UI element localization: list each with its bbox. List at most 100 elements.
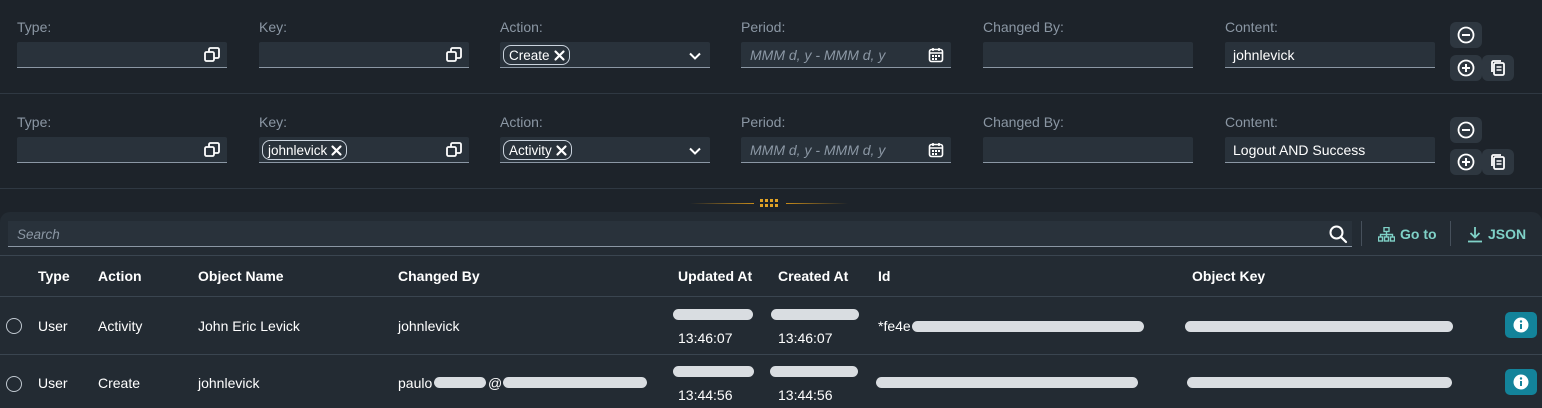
remove-token-icon[interactable] bbox=[555, 144, 568, 157]
column-header-created-at[interactable]: Created At bbox=[778, 268, 848, 284]
changed-by-input[interactable] bbox=[983, 42, 1193, 68]
details-button[interactable] bbox=[1505, 369, 1537, 395]
redacted-object-key bbox=[1187, 377, 1452, 388]
cell-type: User bbox=[38, 318, 68, 334]
search-placeholder: Search bbox=[17, 227, 60, 242]
row-select-radio[interactable] bbox=[6, 318, 22, 334]
table-header: Type Action Object Name Changed By Updat… bbox=[0, 255, 1542, 297]
calendar-icon[interactable] bbox=[927, 141, 945, 159]
redacted-date bbox=[673, 309, 753, 320]
type-input[interactable] bbox=[17, 137, 227, 163]
filter-row-1: Type: Key: Action: Create Period: MMM d,… bbox=[0, 0, 1542, 94]
copy-row-button[interactable] bbox=[1482, 149, 1514, 175]
content-input[interactable]: Logout AND Success bbox=[1225, 137, 1435, 163]
filter-row-2: Type: Key: johnlevick Action: Activity P… bbox=[0, 95, 1542, 189]
copy-icon bbox=[1491, 154, 1505, 170]
value-help-icon[interactable] bbox=[445, 46, 463, 64]
redacted-date bbox=[771, 309, 859, 320]
plus-circle-icon bbox=[1457, 59, 1475, 77]
value-help-icon[interactable] bbox=[203, 46, 221, 64]
action-select[interactable]: Create bbox=[500, 42, 710, 68]
period-label: Period: bbox=[741, 19, 786, 35]
remove-token-icon[interactable] bbox=[553, 49, 566, 62]
action-label: Action: bbox=[500, 114, 543, 130]
redacted-object-key bbox=[1185, 321, 1453, 332]
add-row-button[interactable] bbox=[1450, 149, 1482, 175]
period-input[interactable]: MMM d, y - MMM d, y bbox=[741, 137, 951, 163]
table-row[interactable]: User Create johnlevick paulo @ 13:44:56 … bbox=[0, 355, 1542, 408]
key-input[interactable]: johnlevick bbox=[259, 137, 469, 163]
column-header-object-key[interactable]: Object Key bbox=[1192, 268, 1265, 284]
info-icon bbox=[1513, 374, 1529, 390]
key-input[interactable] bbox=[259, 42, 469, 68]
cell-changed-by-prefix: paulo bbox=[398, 375, 433, 391]
splitter-line-left bbox=[690, 203, 754, 204]
period-input[interactable]: MMM d, y - MMM d, y bbox=[741, 42, 951, 68]
go-to-label: Go to bbox=[1400, 226, 1437, 242]
go-to-button[interactable]: Go to bbox=[1378, 224, 1437, 244]
json-download-button[interactable]: JSON bbox=[1467, 224, 1526, 244]
row-select-radio[interactable] bbox=[6, 376, 22, 392]
changed-by-label: Changed By: bbox=[983, 19, 1064, 35]
redacted-email-user bbox=[434, 377, 486, 388]
search-input[interactable]: Search bbox=[8, 221, 1352, 247]
type-input[interactable] bbox=[17, 42, 227, 68]
period-placeholder: MMM d, y - MMM d, y bbox=[750, 142, 886, 158]
chevron-down-icon[interactable] bbox=[686, 142, 704, 160]
cell-updated-at: 13:46:07 bbox=[678, 330, 733, 346]
action-select[interactable]: Activity bbox=[500, 137, 710, 163]
calendar-icon[interactable] bbox=[927, 46, 945, 64]
cell-object-name: John Eric Levick bbox=[198, 318, 300, 334]
search-icon[interactable] bbox=[1328, 224, 1348, 244]
cell-changed-by-at: @ bbox=[488, 375, 503, 391]
column-header-object-name[interactable]: Object Name bbox=[198, 268, 284, 284]
copy-row-button[interactable] bbox=[1482, 55, 1514, 81]
cell-created-at: 13:44:56 bbox=[778, 387, 833, 403]
redacted-id bbox=[912, 321, 1144, 332]
period-placeholder: MMM d, y - MMM d, y bbox=[750, 47, 886, 63]
action-label: Action: bbox=[500, 19, 543, 35]
cell-type: User bbox=[38, 375, 68, 391]
column-header-updated-at[interactable]: Updated At bbox=[678, 268, 752, 284]
splitter-line-right bbox=[786, 203, 848, 204]
panel-splitter[interactable] bbox=[0, 190, 1542, 212]
json-label: JSON bbox=[1488, 226, 1527, 242]
column-header-changed-by[interactable]: Changed By bbox=[398, 268, 480, 284]
key-label: Key: bbox=[259, 19, 288, 35]
key-token-label: johnlevick bbox=[268, 142, 328, 158]
content-value: johnlevick bbox=[1233, 47, 1295, 63]
remove-row-button[interactable] bbox=[1450, 117, 1482, 143]
cell-created-at: 13:46:07 bbox=[778, 330, 833, 346]
add-row-button[interactable] bbox=[1450, 55, 1482, 81]
redacted-date bbox=[770, 366, 858, 377]
column-header-action[interactable]: Action bbox=[98, 268, 142, 284]
value-help-icon[interactable] bbox=[445, 141, 463, 159]
redacted-email-domain bbox=[503, 377, 647, 388]
content-label: Content: bbox=[1225, 19, 1278, 35]
remove-row-button[interactable] bbox=[1450, 22, 1482, 48]
key-label: Key: bbox=[259, 114, 288, 130]
cell-action: Activity bbox=[98, 318, 143, 334]
drag-handle-icon[interactable] bbox=[760, 199, 778, 208]
value-help-icon[interactable] bbox=[203, 141, 221, 159]
changed-by-label: Changed By: bbox=[983, 114, 1064, 130]
type-label: Type: bbox=[17, 19, 52, 35]
content-input[interactable]: johnlevick bbox=[1225, 42, 1435, 68]
key-token: johnlevick bbox=[262, 140, 348, 160]
remove-token-icon[interactable] bbox=[330, 144, 343, 157]
redacted-id bbox=[876, 377, 1138, 388]
action-token: Activity bbox=[503, 140, 572, 160]
column-header-type[interactable]: Type bbox=[38, 268, 70, 284]
chevron-down-icon[interactable] bbox=[686, 47, 704, 65]
download-icon bbox=[1468, 226, 1482, 242]
table-row[interactable]: User Activity John Eric Levick johnlevic… bbox=[0, 297, 1542, 355]
content-label: Content: bbox=[1225, 114, 1278, 130]
details-button[interactable] bbox=[1505, 312, 1537, 338]
copy-icon bbox=[1491, 60, 1505, 76]
minus-circle-icon bbox=[1457, 121, 1475, 139]
results-panel: Search Go to JSON Type Action Object Nam… bbox=[0, 212, 1542, 408]
cell-action: Create bbox=[98, 375, 141, 391]
column-header-id[interactable]: Id bbox=[878, 268, 890, 284]
type-label: Type: bbox=[17, 114, 52, 130]
changed-by-input[interactable] bbox=[983, 137, 1193, 163]
